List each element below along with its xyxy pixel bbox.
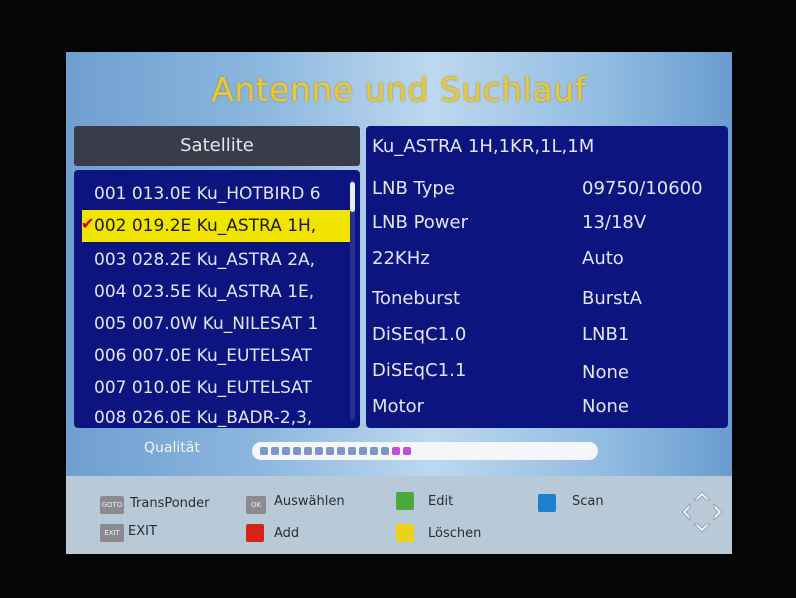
22khz-label: 22KHz (372, 248, 430, 269)
satellite-item[interactable]: 003 028.2E Ku_ASTRA 2A, (94, 244, 350, 276)
button-legend: GOTO TransPonder OK Auswählen Edit Scan … (66, 476, 732, 554)
diseqc11-value[interactable]: None (582, 362, 629, 383)
lnb-power-label: LNB Power (372, 212, 468, 233)
red-key-icon (246, 524, 264, 542)
satellite-list-header: Satellite (74, 126, 360, 166)
lnb-power-value[interactable]: 13/18V (582, 212, 646, 233)
quality-segment (337, 447, 345, 455)
lnb-type-label: LNB Type (372, 178, 455, 199)
quality-segment (260, 447, 268, 455)
ok-key-icon: OK (246, 496, 266, 514)
add-label: Add (274, 526, 300, 541)
motor-value[interactable]: None (582, 396, 629, 417)
quality-segment (271, 447, 279, 455)
satellite-item[interactable]: 006 007.0E Ku_EUTELSAT (94, 340, 350, 372)
satellite-item-label: 002 019.2E Ku_ASTRA 1H, (94, 216, 317, 236)
satellite-item[interactable]: 007 010.0E Ku_EUTELSAT (94, 372, 350, 404)
delete-label: Löschen (428, 526, 482, 541)
toneburst-value[interactable]: BurstA (582, 288, 642, 309)
diseqc10-label: DiSEqC1.0 (372, 324, 467, 345)
quality-segment (315, 447, 323, 455)
satellite-settings-panel: Ku_ASTRA 1H,1KR,1L,1M LNB Type 09750/106… (366, 126, 728, 428)
blue-key-icon (538, 494, 556, 512)
satellite-item-selected[interactable]: ✔ 002 019.2E Ku_ASTRA 1H, (82, 210, 352, 242)
satellite-item[interactable]: 008 026.0E Ku_BADR-2,3, (94, 402, 350, 434)
quality-segment (326, 447, 334, 455)
quality-label: Qualität (144, 440, 200, 456)
goto-key-icon: GOTO (100, 496, 124, 514)
22khz-value[interactable]: Auto (582, 248, 624, 269)
diseqc10-value[interactable]: LNB1 (582, 324, 629, 345)
quality-segment (293, 447, 301, 455)
satellite-list[interactable]: 001 013.0E Ku_HOTBIRD 6 ✔ 002 019.2E Ku_… (74, 170, 360, 428)
quality-segment (403, 447, 411, 455)
navigation-arrows-icon (681, 491, 723, 533)
select-label: Auswählen (274, 494, 345, 509)
lnb-type-value[interactable]: 09750/10600 (582, 178, 703, 199)
quality-segment (304, 447, 312, 455)
edit-label: Edit (428, 494, 454, 509)
quality-segment (392, 447, 400, 455)
diseqc11-label: DiSEqC1.1 (372, 360, 467, 381)
satellite-item[interactable]: 001 013.0E Ku_HOTBIRD 6 (94, 178, 350, 210)
toneburst-label: Toneburst (372, 288, 461, 309)
satellite-name: Ku_ASTRA 1H,1KR,1L,1M (372, 136, 595, 157)
quality-segment (282, 447, 290, 455)
transponder-label: TransPonder (130, 496, 210, 511)
scan-label: Scan (572, 494, 604, 509)
quality-bar (252, 442, 598, 460)
check-mark-icon: ✔ (82, 214, 95, 233)
satellite-item[interactable]: 005 007.0W Ku_NILESAT 1 (94, 308, 350, 340)
motor-label: Motor (372, 396, 425, 417)
yellow-key-icon (396, 524, 414, 542)
exit-key-icon: EXIT (100, 524, 124, 542)
satellite-item[interactable]: 004 023.5E Ku_ASTRA 1E, (94, 276, 350, 308)
quality-segment (359, 447, 367, 455)
tv-screen: Antenne und Suchlauf Satellite 001 013.0… (66, 52, 732, 554)
scroll-thumb[interactable] (350, 182, 355, 212)
green-key-icon (396, 492, 414, 510)
quality-segment (370, 447, 378, 455)
exit-label: EXIT (128, 524, 157, 539)
satellite-list-scrollbar[interactable] (350, 180, 355, 420)
quality-segment (348, 447, 356, 455)
quality-segment (381, 447, 389, 455)
page-title: Antenne und Suchlauf (211, 70, 587, 109)
